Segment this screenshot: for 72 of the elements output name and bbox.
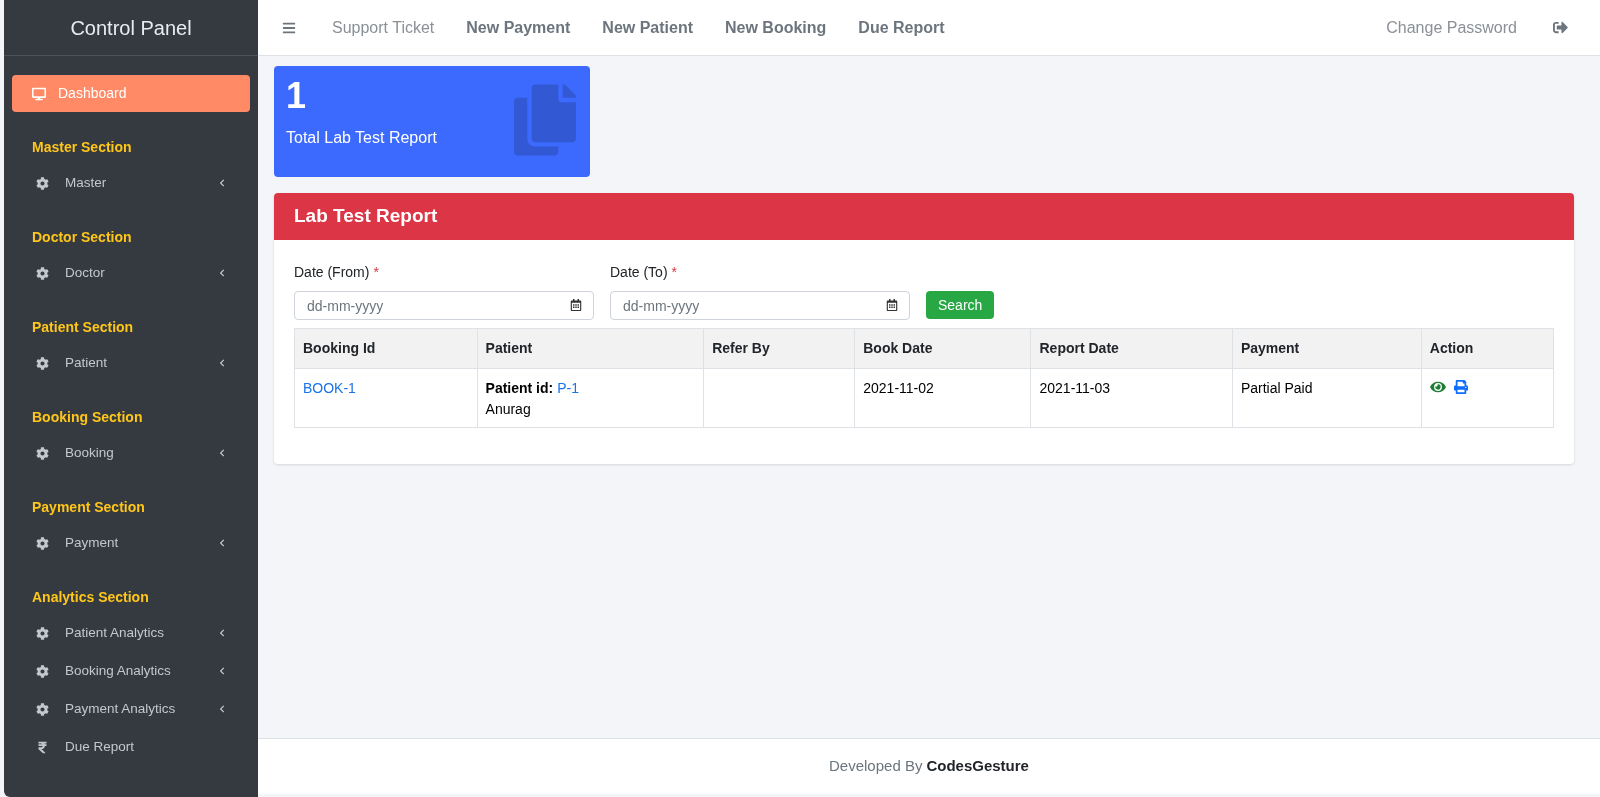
patient-name: Anurag <box>485 400 532 419</box>
sidebar-item[interactable]: Patient <box>4 344 258 382</box>
section-heading: Payment Section <box>31 498 146 517</box>
nav-link[interactable]: New Patient <box>602 15 693 40</box>
patient-link[interactable]: P-1 <box>557 378 579 399</box>
required-mark: * <box>671 263 678 282</box>
sidebar-item[interactable]: Doctor <box>4 254 258 292</box>
field-label: Date (From) <box>294 263 370 282</box>
column-header: Report Date <box>1031 328 1233 369</box>
sidebar-item[interactable]: Payment Analytics <box>4 690 258 728</box>
table-cell: Partial Paid <box>1240 380 1313 396</box>
sidebar-item[interactable]: Booking <box>4 434 258 472</box>
logout-icon[interactable] <box>1553 20 1568 35</box>
nav-link[interactable]: Due Report <box>858 15 945 40</box>
section-heading: Patient Section <box>31 318 135 337</box>
chevron-icon <box>218 359 226 367</box>
chevron-icon <box>218 629 226 637</box>
section-heading: Analytics Section <box>31 588 150 607</box>
field-label: Date (To) <box>610 263 668 282</box>
column-header: Patient <box>477 328 704 369</box>
stat-label: Total Lab Test Report <box>286 128 438 148</box>
calendar-icon[interactable] <box>886 299 898 311</box>
search-button[interactable]: Search <box>926 291 995 319</box>
column-header: Booking Id <box>294 328 478 369</box>
nav-link[interactable]: Change Password <box>1386 15 1517 40</box>
gear-icon <box>36 702 49 716</box>
sidebar-item[interactable]: Master <box>4 164 258 202</box>
gear-icon <box>36 536 49 550</box>
footer-brand: CodesGesture <box>926 756 1029 777</box>
patient-id-label: Patient id: <box>485 379 554 398</box>
eye-icon[interactable] <box>1429 380 1446 394</box>
menu-icon[interactable] <box>282 20 296 35</box>
column-header: Book Date <box>854 328 1031 369</box>
sidebar-item[interactable]: Due Report <box>4 728 258 766</box>
chevron-icon <box>218 539 226 547</box>
rupee-icon <box>36 740 49 754</box>
chevron-icon <box>218 667 226 675</box>
gear-icon <box>36 626 49 640</box>
chevron-icon <box>218 449 226 457</box>
footer-text: Developed By <box>829 756 923 777</box>
date-field[interactable]: dd-mm-yyyy <box>610 291 910 320</box>
chevron-icon <box>218 269 226 277</box>
sidebar-item[interactable]: Booking Analytics <box>4 652 258 690</box>
section-heading: Master Section <box>31 138 133 157</box>
gear-icon <box>36 664 49 678</box>
chevron-icon <box>218 705 226 713</box>
sidebar-item[interactable]: Patient Analytics <box>4 614 258 652</box>
nav-link[interactable]: New Payment <box>466 15 571 40</box>
column-header: Payment <box>1232 328 1422 369</box>
nav-link[interactable]: Support Ticket <box>332 15 435 40</box>
column-header: Refer By <box>703 328 855 369</box>
gear-icon <box>36 356 49 370</box>
stat-value: 1 <box>286 74 308 118</box>
nav-link[interactable]: New Booking <box>725 15 827 40</box>
calendar-icon[interactable] <box>570 299 582 311</box>
gear-icon <box>36 446 49 460</box>
section-heading: Doctor Section <box>31 228 133 247</box>
gear-icon <box>36 176 49 190</box>
chevron-icon <box>218 179 226 187</box>
card-title: Lab Test Report <box>294 204 438 229</box>
sidebar-item[interactable]: Payment <box>4 524 258 562</box>
monitor-icon <box>32 86 46 101</box>
documents-icon <box>514 84 576 156</box>
column-header: Action <box>1421 328 1554 369</box>
print-icon[interactable] <box>1453 380 1468 394</box>
table-cell: 2021-11-03 <box>1039 380 1111 396</box>
table-cell: 2021-11-02 <box>863 380 934 396</box>
date-field[interactable]: dd-mm-yyyy <box>294 291 594 320</box>
gear-icon <box>36 266 49 280</box>
required-mark: * <box>373 263 379 282</box>
section-heading: Booking Section <box>31 408 144 427</box>
booking-link[interactable]: BOOK-1 <box>303 380 356 396</box>
